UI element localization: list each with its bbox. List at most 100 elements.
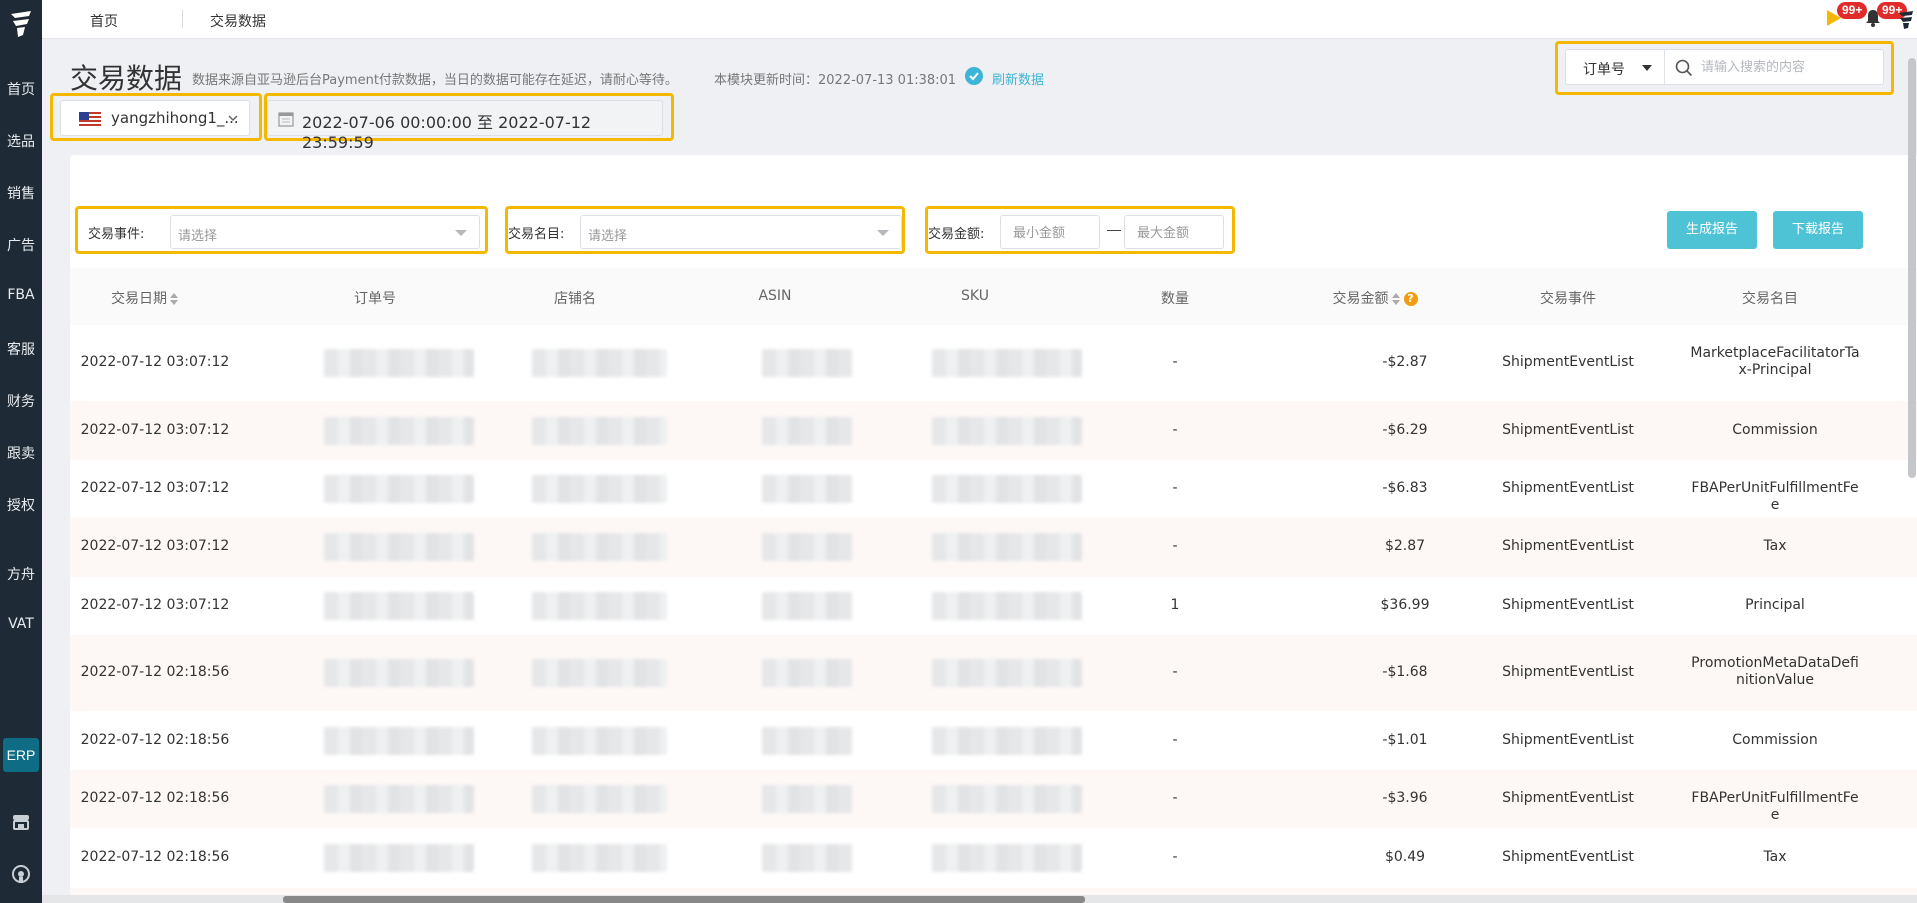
store-select[interactable]: yangzhihong1_... — [60, 100, 250, 136]
redacted-cell — [324, 533, 474, 561]
cell-qty: - — [1172, 790, 1178, 806]
sidebar-item[interactable]: 客服 — [0, 339, 42, 359]
cell-event: ShipmentEventList — [1502, 849, 1634, 865]
col-date[interactable]: 交易日期 — [95, 288, 195, 308]
cell-qty: - — [1172, 479, 1178, 496]
help-icon[interactable]: ? — [1403, 292, 1418, 306]
col-qty: 数量 — [1161, 291, 1189, 307]
sidebar-item[interactable]: 财务 — [0, 391, 42, 411]
cell-name: FBAPerUnitFulfillmentFee — [1691, 479, 1859, 513]
tab-transaction-data[interactable]: 交易数据 — [210, 11, 266, 31]
col-amount[interactable]: 交易金额? — [1285, 288, 1465, 308]
sidebar-item[interactable]: 销售 — [0, 183, 42, 203]
sort-icon[interactable] — [169, 292, 179, 306]
redacted-cell — [324, 349, 474, 377]
erp-switch-button[interactable]: ERP — [3, 738, 39, 772]
cell-event: ShipmentEventList — [1502, 538, 1634, 554]
redacted-cell — [932, 592, 1082, 620]
redacted-cell — [532, 349, 667, 377]
cell-name: Tax — [1763, 849, 1787, 865]
check-circle-icon — [965, 67, 983, 85]
sidebar-item[interactable]: 跟卖 — [0, 443, 42, 463]
sidebar-item[interactable]: FBA — [0, 287, 42, 303]
redacted-cell — [532, 416, 667, 445]
vertical-scrollbar[interactable] — [1908, 58, 1916, 478]
cell-date: 2022-07-12 02:18:56 — [80, 664, 230, 680]
redacted-cell — [932, 533, 1082, 561]
store-icon[interactable] — [11, 812, 31, 832]
cell-qty: - — [1172, 421, 1178, 438]
redacted-cell — [324, 592, 474, 620]
support-icon[interactable] — [11, 864, 31, 884]
page-title: 交易数据 — [70, 62, 183, 95]
min-amount-wrap — [1000, 215, 1100, 249]
cell-qty: - — [1172, 354, 1178, 370]
redacted-cell — [324, 659, 474, 687]
app-logo-icon[interactable] — [7, 8, 35, 40]
horizontal-scrollbar[interactable] — [283, 896, 1085, 903]
redacted-cell — [324, 416, 474, 445]
redacted-cell — [932, 659, 1082, 687]
date-range-picker[interactable]: 2022-07-06 00:00:00 至 2022-07-12 23:59:5… — [267, 100, 663, 152]
cell-name: MarketplaceFacilitatorTax-Principal — [1690, 345, 1860, 378]
redacted-cell — [762, 416, 852, 445]
generate-report-button[interactable]: 生成报告 — [1667, 211, 1757, 249]
amount-filter: 交易金额: — — [920, 211, 1230, 251]
name-select[interactable]: 请选择 — [580, 215, 902, 249]
redacted-cell — [762, 592, 852, 620]
cell-date: 2022-07-12 02:18:56 — [80, 790, 230, 806]
cell-event: ShipmentEventList — [1502, 790, 1634, 806]
cell-name: Commission — [1732, 421, 1818, 438]
tab-divider — [182, 10, 183, 28]
cell-name: Commission — [1732, 731, 1818, 748]
sidebar-item[interactable]: VAT — [0, 616, 42, 632]
download-report-button[interactable]: 下载报告 — [1773, 211, 1863, 249]
redacted-cell — [324, 726, 474, 755]
caret-down-icon — [455, 230, 467, 236]
cell-qty: - — [1172, 731, 1178, 748]
us-flag-icon — [79, 112, 101, 127]
cell-amount: -$6.29 — [1382, 421, 1428, 438]
col-sku: SKU — [961, 288, 989, 304]
redacted-cell — [762, 726, 852, 755]
cell-event: ShipmentEventList — [1502, 731, 1634, 748]
redacted-cell — [324, 474, 474, 503]
data-card: 交易事件: 请选择 交易名目: 请选择 交易金额: — — [70, 155, 1917, 903]
sidebar-item[interactable]: 授权 — [0, 495, 42, 515]
sidebar-item[interactable]: 广告 — [0, 235, 42, 255]
min-amount-input[interactable] — [1013, 222, 1093, 244]
page-description: 数据来源自亚马逊后台Payment付款数据，当日的数据可能存在延迟，请耐心等待。 — [192, 73, 678, 88]
search-type-select[interactable]: 订单号 — [1565, 49, 1665, 85]
search-input[interactable] — [1701, 56, 1877, 78]
table-row: 2022-07-12 03:07:12 - $2.87 ShipmentEventLi… — [70, 517, 1917, 577]
sort-icon[interactable] — [1391, 292, 1401, 306]
event-filter-label: 交易事件: — [88, 227, 145, 242]
sidebar-item[interactable]: 选品 — [0, 131, 42, 151]
col-order: 订单号 — [354, 291, 396, 307]
cell-event: ShipmentEventList — [1502, 597, 1634, 613]
redacted-cell — [532, 659, 667, 687]
table-row: 2022-07-12 02:18:56 - -$1.68 ShipmentEventL… — [70, 635, 1917, 711]
redacted-cell — [532, 474, 667, 503]
cell-event: ShipmentEventList — [1502, 664, 1634, 680]
name-filter-label: 交易名目: — [508, 227, 565, 242]
redacted-cell — [532, 592, 667, 620]
cell-qty: 1 — [1170, 597, 1180, 613]
tab-home[interactable]: 首页 — [90, 11, 118, 31]
redacted-cell — [932, 416, 1082, 445]
cell-event: ShipmentEventList — [1502, 354, 1634, 370]
max-amount-input[interactable] — [1137, 222, 1217, 244]
sidebar-item[interactable]: 首页 — [0, 79, 42, 99]
event-select[interactable]: 请选择 — [170, 215, 480, 249]
redacted-cell — [932, 726, 1082, 755]
cell-date: 2022-07-12 03:07:12 — [80, 538, 230, 554]
date-range-value: 2022-07-06 00:00:00 至 2022-07-12 23:59:5… — [302, 113, 592, 152]
cell-name: PromotionMetaDataDefinitionValue — [1691, 655, 1859, 688]
name-select-placeholder: 请选择 — [588, 229, 628, 244]
sidebar-item[interactable]: 方舟 — [0, 564, 42, 584]
col-name: 交易名目 — [1742, 291, 1798, 307]
search-group: 订单号 — [1565, 49, 1884, 85]
user-avatar-icon[interactable] — [1896, 8, 1916, 30]
refresh-data-link[interactable]: 刷新数据 — [992, 69, 1044, 88]
search-icon — [1675, 59, 1693, 77]
